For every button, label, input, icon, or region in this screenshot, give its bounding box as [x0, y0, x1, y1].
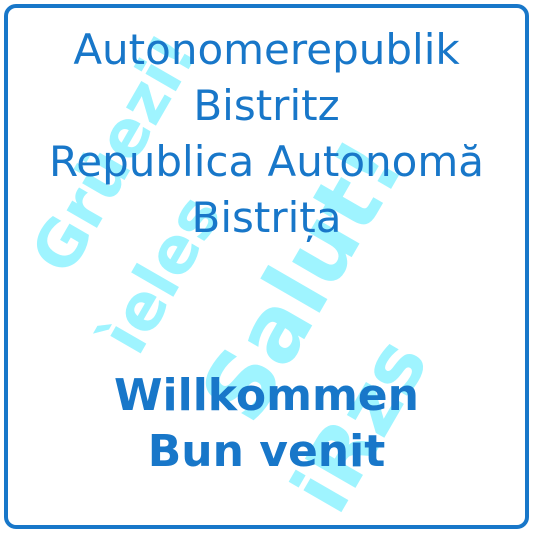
- welcome-ro: Bun venit: [147, 426, 386, 477]
- official-name-ro-line-1: Republica Autonomă: [48, 137, 485, 186]
- official-name-de-line-1: Autonomerepublik: [73, 25, 460, 74]
- official-name-block: Autonomerepublik Bistritz Republica Auto…: [8, 22, 525, 246]
- official-name-ro-line-2: Bistrița: [191, 193, 342, 242]
- official-name-de-line-2: Bistritz: [193, 81, 340, 130]
- welcome-sign: Grüezi! ìeles Salut! iRzs Autonomerepubl…: [4, 4, 529, 529]
- welcome-block: Willkommen Bun venit: [8, 368, 525, 480]
- welcome-de: Willkommen: [114, 370, 419, 421]
